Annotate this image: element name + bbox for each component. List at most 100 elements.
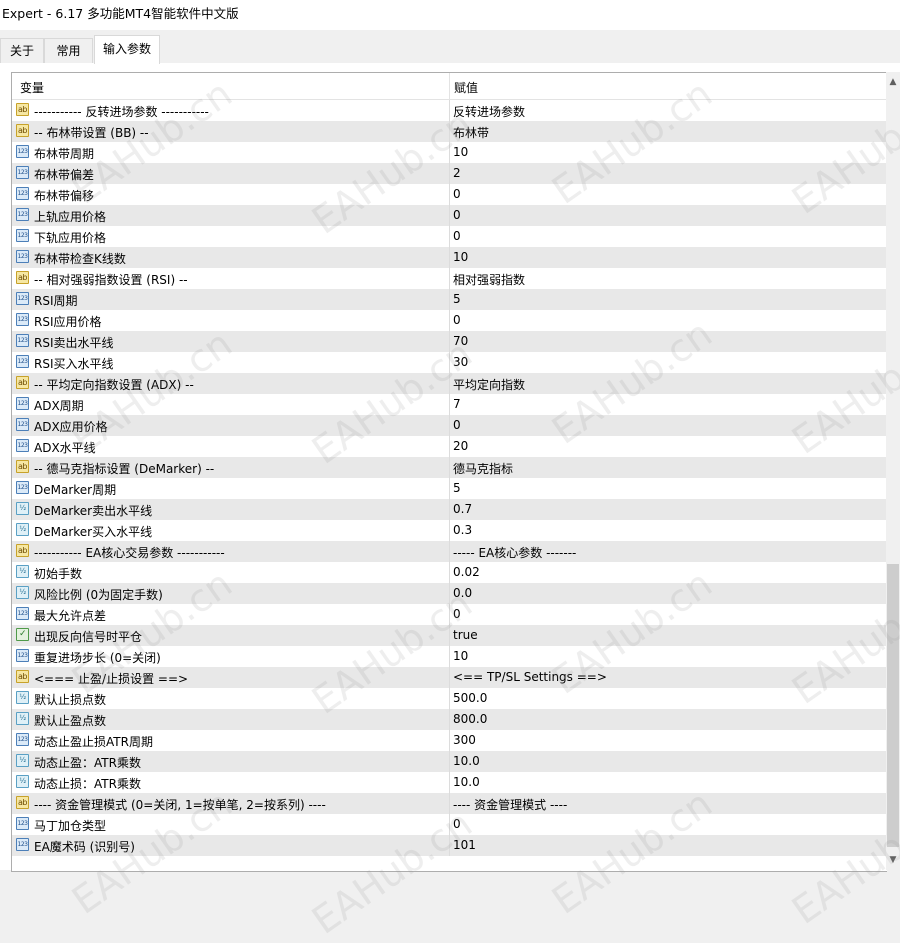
table-row[interactable]: ½ DeMarker卖出水平线 0.7 [12, 499, 887, 520]
param-value[interactable]: 0 [453, 313, 461, 327]
column-divider [449, 247, 450, 268]
param-name: 默认止盈点数 [34, 714, 107, 728]
table-row[interactable]: 123 ADX水平线 20 [12, 436, 887, 457]
table-row[interactable]: 123 重复进场步长 (0=关闭) 10 [12, 646, 887, 667]
table-row[interactable]: 123 RSI应用价格 0 [12, 310, 887, 331]
table-row[interactable]: ab -- 布林带设置 (BB) -- 布林带 [12, 121, 887, 142]
param-value[interactable]: 300 [453, 733, 476, 747]
table-row[interactable]: ab -- 相对强弱指数设置 (RSI) -- 相对强弱指数 [12, 268, 887, 289]
param-value[interactable]: 0 [453, 817, 461, 831]
param-value[interactable]: 30 [453, 355, 468, 369]
table-row[interactable]: ab ----------- 反转进场参数 ----------- 反转进场参数 [12, 100, 887, 121]
param-value[interactable]: 0 [453, 607, 461, 621]
header-divider[interactable] [449, 73, 450, 99]
table-row[interactable]: 123 动态止盈止损ATR周期 300 [12, 730, 887, 751]
param-value[interactable]: ---- 资金管理模式 ---- [453, 796, 567, 813]
header-variable[interactable]: 变量 [20, 79, 44, 96]
table-row[interactable]: 123 EA魔术码 (识别号) 101 [12, 835, 887, 856]
param-value[interactable]: 相对强弱指数 [453, 271, 525, 288]
table-row[interactable]: ✓ 出现反向信号时平仓 true [12, 625, 887, 646]
param-name: 动态止盈止损ATR周期 [34, 735, 153, 749]
param-value[interactable]: <== TP/SL Settings ==> [453, 670, 607, 684]
table-row[interactable]: ½ 动态止盈：ATR乘数 10.0 [12, 751, 887, 772]
scroll-down-arrow-icon[interactable]: ▼ [886, 852, 900, 868]
param-value[interactable]: 20 [453, 439, 468, 453]
param-value[interactable]: true [453, 628, 478, 642]
param-name: 布林带偏差 [34, 168, 95, 182]
param-value[interactable]: 70 [453, 334, 468, 348]
param-value[interactable]: 500.0 [453, 691, 487, 705]
param-value[interactable]: 5 [453, 481, 461, 495]
table-row[interactable]: 123 布林带偏差 2 [12, 163, 887, 184]
integer-param-icon: 123 [16, 817, 29, 830]
param-value[interactable]: 7 [453, 397, 461, 411]
table-row[interactable]: 123 最大允许点差 0 [12, 604, 887, 625]
tab-inputs[interactable]: 输入参数 [94, 35, 160, 64]
table-row[interactable]: 123 马丁加仓类型 0 [12, 814, 887, 835]
window-title: Expert - 6.17 多功能MT4智能软件中文版 [0, 0, 900, 30]
table-row[interactable]: ½ DeMarker买入水平线 0.3 [12, 520, 887, 541]
param-value[interactable]: 2 [453, 166, 461, 180]
table-row[interactable]: ab -- 平均定向指数设置 (ADX) -- 平均定向指数 [12, 373, 887, 394]
double-param-icon: ½ [16, 586, 29, 599]
param-value[interactable]: 10 [453, 250, 468, 264]
header-value[interactable]: 赋值 [454, 79, 478, 96]
table-row[interactable]: 123 布林带检查K线数 10 [12, 247, 887, 268]
table-row[interactable]: ½ 风险比例 (0为固定手数) 0.0 [12, 583, 887, 604]
param-value[interactable]: 10 [453, 649, 468, 663]
param-value[interactable]: 布林带 [453, 124, 489, 141]
param-value[interactable]: 0 [453, 208, 461, 222]
param-value[interactable]: 0.3 [453, 523, 472, 537]
table-row[interactable]: ab <=== 止盈/止损设置 ==> <== TP/SL Settings ==> [12, 667, 887, 688]
param-value[interactable]: 10 [453, 145, 468, 159]
table-row[interactable]: 123 下轨应用价格 0 [12, 226, 887, 247]
param-value[interactable]: 0 [453, 187, 461, 201]
scrollbar-thumb[interactable] [887, 564, 899, 847]
table-row[interactable]: 123 上轨应用价格 0 [12, 205, 887, 226]
table-row[interactable]: 123 布林带偏移 0 [12, 184, 887, 205]
table-row[interactable]: ½ 默认止损点数 500.0 [12, 688, 887, 709]
table-row[interactable]: ab -- 德马克指标设置 (DeMarker) -- 德马克指标 [12, 457, 887, 478]
param-name: RSI卖出水平线 [34, 336, 114, 350]
double-param-icon: ½ [16, 754, 29, 767]
param-value[interactable]: 0.7 [453, 502, 472, 516]
param-value[interactable]: ----- EA核心参数 ------- [453, 544, 576, 561]
param-value[interactable]: 10.0 [453, 775, 480, 789]
tab-about[interactable]: 关于 [0, 38, 44, 63]
param-value[interactable]: 平均定向指数 [453, 376, 525, 393]
table-row[interactable]: ½ 初始手数 0.02 [12, 562, 887, 583]
table-row[interactable]: 123 布林带周期 10 [12, 142, 887, 163]
param-name: DeMarker周期 [34, 483, 117, 497]
param-value[interactable]: 0 [453, 418, 461, 432]
tab-common[interactable]: 常用 [44, 38, 93, 63]
param-value[interactable]: 0.0 [453, 586, 472, 600]
column-divider [449, 709, 450, 730]
scroll-up-arrow-icon[interactable]: ▲ [886, 74, 900, 90]
param-value[interactable]: 800.0 [453, 712, 487, 726]
inputs-panel: 变量 赋值 ab ----------- 反转进场参数 ----------- 反转… [0, 63, 900, 872]
table-row[interactable]: 123 RSI卖出水平线 70 [12, 331, 887, 352]
table-row[interactable]: ab ---- 资金管理模式 (0=关闭, 1=按单笔, 2=按系列) ---- -… [12, 793, 887, 814]
param-name: DeMarker买入水平线 [34, 525, 153, 539]
param-value[interactable]: 101 [453, 838, 476, 852]
param-value[interactable]: 0.02 [453, 565, 480, 579]
param-value[interactable]: 10.0 [453, 754, 480, 768]
table-row[interactable]: 123 RSI买入水平线 30 [12, 352, 887, 373]
table-row[interactable]: ab ----------- EA核心交易参数 ----------- ----- … [12, 541, 887, 562]
param-value[interactable]: 5 [453, 292, 461, 306]
table-row[interactable]: 123 ADX周期 7 [12, 394, 887, 415]
table-row[interactable]: 123 DeMarker周期 5 [12, 478, 887, 499]
param-value[interactable]: 0 [453, 229, 461, 243]
integer-param-icon: 123 [16, 439, 29, 452]
table-row[interactable]: ½ 默认止盈点数 800.0 [12, 709, 887, 730]
table-row[interactable]: ½ 动态止损：ATR乘数 10.0 [12, 772, 887, 793]
integer-param-icon: 123 [16, 208, 29, 221]
column-divider [449, 478, 450, 499]
tab-about-label: 关于 [9, 44, 34, 58]
param-value[interactable]: 德马克指标 [453, 460, 513, 477]
param-name: 出现反向信号时平仓 [34, 630, 143, 644]
param-value[interactable]: 反转进场参数 [453, 103, 525, 120]
table-row[interactable]: 123 ADX应用价格 0 [12, 415, 887, 436]
vertical-scrollbar[interactable]: ▲ ▼ [886, 72, 900, 870]
table-row[interactable]: 123 RSI周期 5 [12, 289, 887, 310]
